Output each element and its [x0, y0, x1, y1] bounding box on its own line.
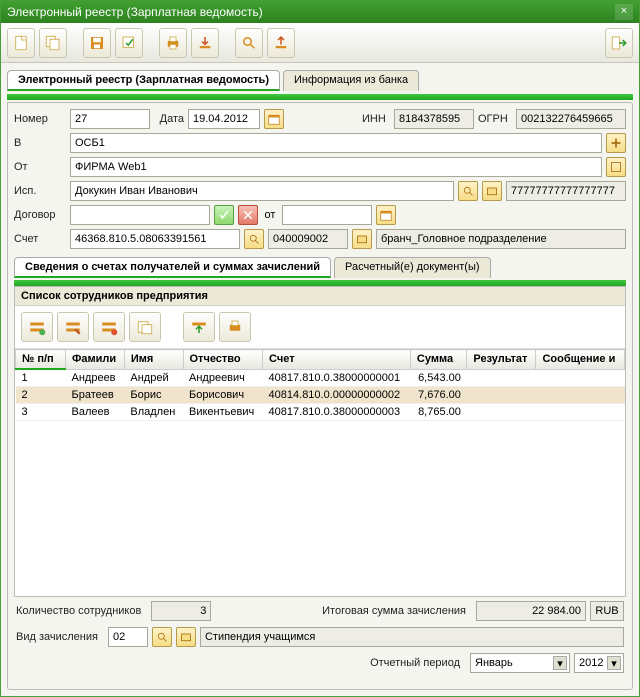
contract-cal-icon[interactable]	[376, 205, 396, 225]
from-label: От	[14, 161, 66, 173]
tab-registry[interactable]: Электронный реестр (Зарплатная ведомость…	[7, 70, 280, 91]
subtab-accounts[interactable]: Сведения о счетах получателей и суммах з…	[14, 257, 331, 278]
isp-label: Исп.	[14, 185, 66, 197]
total-field	[476, 601, 586, 621]
employees-table-wrap[interactable]: № п/п Фамили Имя Отчество Счет Сумма Рез…	[15, 349, 625, 596]
emp-count-field	[151, 601, 211, 621]
date-field[interactable]	[188, 109, 260, 129]
total-label: Итоговая сумма зачисления	[322, 605, 466, 617]
v-field[interactable]	[70, 133, 602, 153]
period-year-dropdown[interactable]: 2012 ▾	[574, 653, 624, 673]
inn-label: ИНН	[362, 113, 390, 125]
col-npp[interactable]: № п/п	[16, 350, 66, 370]
number-label: Номер	[14, 113, 66, 125]
chevron-down-icon: ▾	[607, 656, 621, 670]
close-icon[interactable]: ×	[615, 4, 633, 20]
col-result[interactable]: Результат	[467, 350, 536, 370]
sub-tabs: Сведения о счетах получателей и суммах з…	[14, 257, 626, 278]
contract-del-icon[interactable]	[238, 205, 258, 225]
table-row[interactable]: 1АндреевАндрейАндреевич40817.810.0.38000…	[16, 369, 625, 387]
account-label: Счет	[14, 233, 66, 245]
employees-table: № п/п Фамили Имя Отчество Счет Сумма Рез…	[15, 349, 625, 421]
titlebar: Электронный реестр (Зарплатная ведомость…	[1, 1, 639, 23]
row-delete-button[interactable]	[93, 312, 125, 342]
print-button[interactable]	[159, 28, 187, 58]
ogrn-field	[516, 109, 626, 129]
employees-toolbar	[15, 306, 625, 349]
col-message[interactable]: Сообщение и	[536, 350, 625, 370]
tab-bank-info[interactable]: Информация из банка	[283, 70, 419, 91]
account2-lookup-icon[interactable]	[352, 229, 372, 249]
period-label: Отчетный период	[370, 657, 460, 669]
ogrn-label: ОГРН	[478, 113, 512, 125]
exit-button[interactable]	[605, 28, 633, 58]
contract-label: Договор	[14, 209, 66, 221]
contract-field[interactable]	[70, 205, 210, 225]
type-search-icon[interactable]	[152, 627, 172, 647]
period-year-value: 2012	[579, 657, 603, 669]
ot-label: от	[262, 209, 278, 221]
save-check-button[interactable]	[115, 28, 143, 58]
col-lastname[interactable]: Фамили	[66, 350, 125, 370]
employees-panel: Список сотрудников предприятия № п/п	[14, 286, 626, 597]
chevron-down-icon: ▾	[553, 656, 567, 670]
app-window: Электронный реестр (Зарплатная ведомость…	[0, 0, 640, 697]
account-lookup-icon[interactable]	[244, 229, 264, 249]
row-add-button[interactable]	[21, 312, 53, 342]
branch-field	[376, 229, 626, 249]
type-open-icon[interactable]	[176, 627, 196, 647]
window-title: Электронный реестр (Зарплатная ведомость…	[7, 5, 615, 19]
contract-date-field[interactable]	[282, 205, 372, 225]
col-account[interactable]: Счет	[263, 350, 411, 370]
tab-accent	[7, 94, 633, 100]
account2-field	[268, 229, 348, 249]
employees-header: Список сотрудников предприятия	[15, 287, 625, 306]
from-lookup-icon[interactable]	[606, 157, 626, 177]
type-code-field[interactable]	[108, 627, 148, 647]
isp-field[interactable]	[70, 181, 454, 201]
row-copy-button[interactable]	[129, 312, 161, 342]
period-month-dropdown[interactable]: Январь ▾	[470, 653, 570, 673]
search-button[interactable]	[235, 28, 263, 58]
export-button[interactable]	[267, 28, 295, 58]
period-month-value: Январь	[475, 657, 513, 669]
number-field[interactable]	[70, 109, 150, 129]
date-label: Дата	[154, 113, 184, 125]
inn-field	[394, 109, 474, 129]
table-row[interactable]: 2БратеевБорисБорисович40814.810.0.000000…	[16, 387, 625, 404]
isp-search-icon[interactable]	[458, 181, 478, 201]
currency-field	[590, 601, 624, 621]
isp-open-icon[interactable]	[482, 181, 502, 201]
table-row[interactable]: 3ВалеевВладленВикентьевич40817.810.0.380…	[16, 404, 625, 421]
col-patronymic[interactable]: Отчество	[183, 350, 263, 370]
row-import-button[interactable]	[183, 312, 215, 342]
emp-count-label: Количество сотрудников	[16, 605, 141, 617]
save-button[interactable]	[83, 28, 111, 58]
main-toolbar	[1, 23, 639, 63]
contract-add-icon[interactable]	[214, 205, 234, 225]
footer-area: Количество сотрудников Итоговая сумма за…	[14, 597, 626, 683]
import-button[interactable]	[191, 28, 219, 58]
content-area: Электронный реестр (Зарплатная ведомость…	[1, 63, 639, 696]
account-field[interactable]	[70, 229, 240, 249]
subtab-docs[interactable]: Расчетный(е) документ(ы)	[334, 257, 491, 278]
isp-extra-field	[506, 181, 626, 201]
col-firstname[interactable]: Имя	[124, 350, 183, 370]
type-label: Вид зачисления	[16, 631, 98, 643]
new-doc-button[interactable]	[7, 28, 35, 58]
v-label: В	[14, 137, 66, 149]
v-lookup-icon[interactable]	[606, 133, 626, 153]
row-print-button[interactable]	[219, 312, 251, 342]
copy-doc-button[interactable]	[39, 28, 67, 58]
calendar-icon[interactable]	[264, 109, 284, 129]
main-panel: Номер Дата ИНН ОГРН В От	[7, 102, 633, 690]
row-edit-button[interactable]	[57, 312, 89, 342]
from-field[interactable]	[70, 157, 602, 177]
type-text-field	[200, 627, 624, 647]
main-tabs: Электронный реестр (Зарплатная ведомость…	[7, 70, 633, 91]
col-sum[interactable]: Сумма	[410, 350, 466, 370]
